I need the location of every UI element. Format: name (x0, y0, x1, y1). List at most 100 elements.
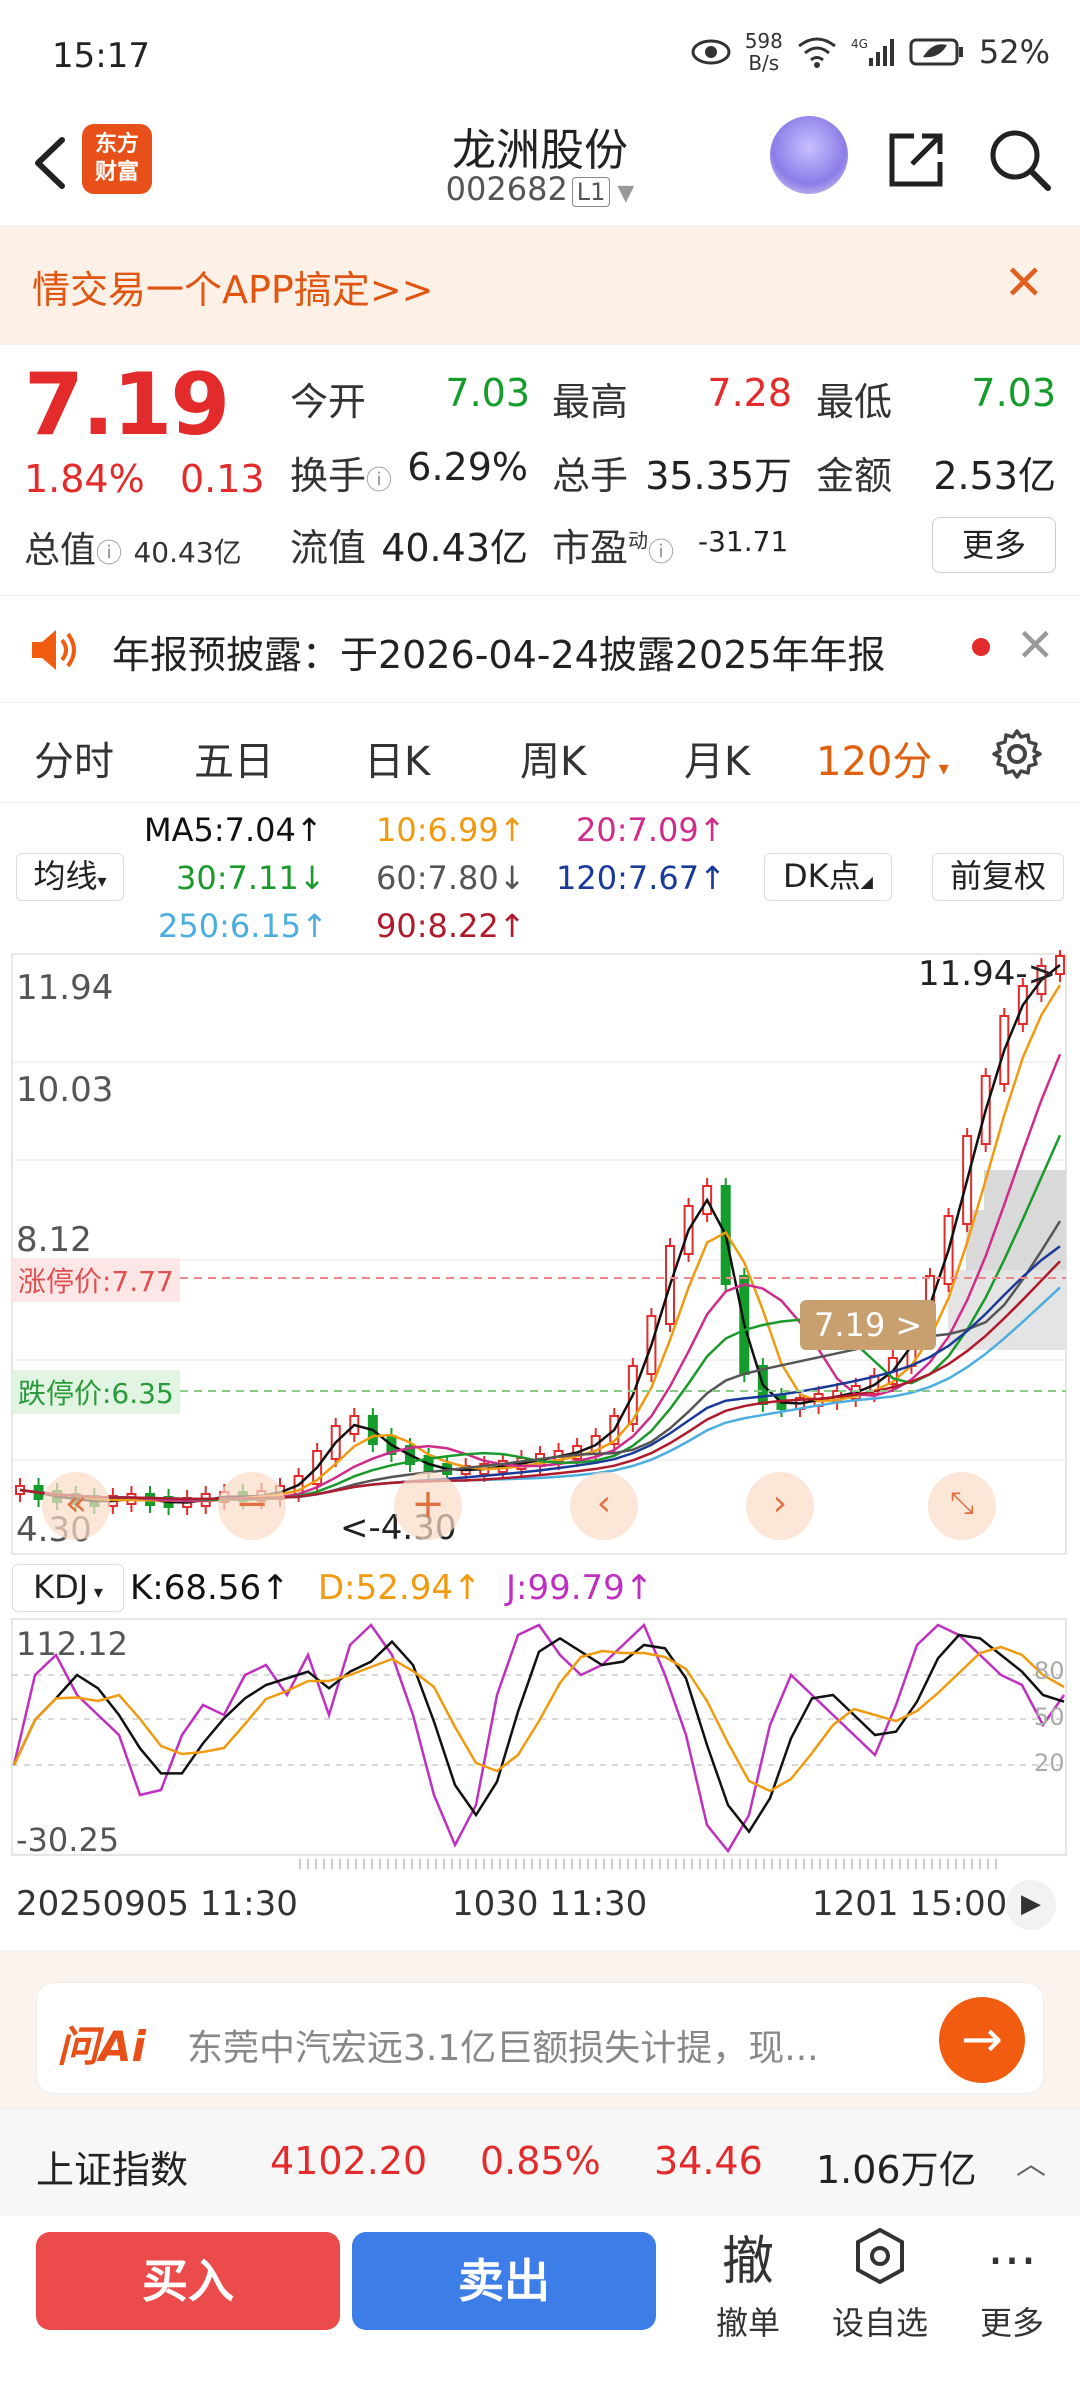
volume-value: 35.35万 (645, 454, 792, 498)
add-watchlist-button[interactable]: 设自选 (820, 2226, 940, 2344)
indicator-selector[interactable]: KDJ ▾ (12, 1564, 124, 1612)
kdj-top-label: 112.12 (16, 1625, 128, 1663)
kdj-bottom-label: -30.25 (16, 1821, 120, 1859)
fullscreen-icon[interactable]: ⤡ (928, 1472, 996, 1540)
scroll-left-icon[interactable]: « (42, 1472, 110, 1540)
date-next-icon[interactable]: ▶ (1006, 1880, 1056, 1930)
tab-120-min[interactable]: 120分 ▾ (816, 729, 949, 787)
buy-button[interactable]: 买入 (36, 2232, 340, 2330)
ai-section: 问Ai 东莞中汽宏远3.1亿巨额损失计提，现... → (0, 1950, 1080, 2108)
limit-down-label: 跌停价:6.35 (12, 1370, 180, 1414)
speaker-icon (32, 630, 76, 670)
index-pct: 0.85% (480, 2139, 601, 2183)
kdj-chart[interactable]: 112.12 -30.25 80 50 20 (0, 1615, 1080, 1870)
ma250-value: 250:6.15↑ (158, 907, 328, 945)
more-actions-button[interactable]: ··· 更多 (952, 2226, 1072, 2344)
net-speed: 598 B/s (744, 29, 783, 75)
index-ticker[interactable]: 上证指数 4102.20 0.85% 34.46 1.06万亿 ︿ (0, 2108, 1080, 2216)
index-change: 34.46 (654, 2139, 763, 2183)
moving-average-row: 均线▾ MA5:7.04↑ 10:6.99↑ 20:7.09↑ 30:7.11↓… (0, 803, 1080, 953)
pan-right-icon[interactable]: › (746, 1472, 814, 1540)
banner-close-icon[interactable]: ✕ (1004, 255, 1044, 311)
ai-prompt-text[interactable]: 东莞中汽宏远3.1亿巨额损失计提，现... (187, 2019, 819, 2071)
index-value: 4102.20 (270, 2139, 428, 2183)
change-amount: 0.13 (180, 457, 265, 501)
ai-brand: 问Ai (57, 2022, 146, 2071)
current-price-tag[interactable]: 7.19 > (800, 1300, 937, 1350)
notice-text[interactable]: 年报预披露：于2026-04-24披露2025年年报 (112, 624, 886, 679)
date-label-end: 1201 15:00 (812, 1884, 1008, 1924)
kdj-d-value: D:52.94↑ (318, 1568, 482, 1608)
tab-five-day[interactable]: 五日 (194, 729, 274, 787)
status-bar: 15:17 598 B/s 4G 52% (0, 0, 1080, 110)
high-value: 7.28 (707, 371, 792, 415)
search-icon[interactable] (986, 126, 1052, 192)
more-quote-button[interactable]: 更多 (932, 517, 1056, 573)
ma-selector[interactable]: 均线▾ (16, 853, 124, 901)
trade-action-bar: 买入 卖出 撤 撤单 设自选 ··· 更多 (0, 2216, 1080, 2388)
ma90-value: 90:8.22↑ (376, 907, 526, 945)
unread-dot (972, 638, 990, 656)
index-name: 上证指数 (36, 2148, 189, 2192)
eye-icon (691, 39, 731, 65)
status-icons: 598 B/s 4G 52% (691, 30, 1050, 74)
index-amount: 1.06万亿 (816, 2148, 977, 2192)
arrow-right-icon[interactable]: → (939, 1997, 1025, 2083)
kdj-header: KDJ ▾ K:68.56↑ D:52.94↑ J:99.79↑ (0, 1560, 1080, 1620)
market-cap: 总值ⓘ 40.43亿 (24, 530, 242, 571)
kline-chart[interactable]: 11.94 10.03 8.12 4.30 11.94-> <-4.30 涨停价… (0, 948, 1080, 1565)
high-label: 最高 (552, 380, 629, 424)
level-badge: L1 (571, 177, 611, 207)
price-adjust-button[interactable]: 前复权 (932, 853, 1064, 901)
limit-up-label: 涨停价:7.77 (12, 1258, 180, 1302)
status-time: 15:17 (52, 36, 150, 76)
more-dots-icon: ··· (987, 2232, 1037, 2292)
banner-text[interactable]: 情交易一个APP搞定>> (32, 259, 434, 314)
zoom-in-icon[interactable]: + (394, 1472, 462, 1540)
y-label-2: 10.03 (16, 1070, 114, 1110)
date-axis: 20250905 11:30 1030 11:30 1201 15:00 ▶ (0, 1870, 1080, 1940)
kdj-level-50: 50 (1034, 1703, 1065, 1731)
amount-value: 2.53亿 (933, 454, 1056, 498)
ma30-value: 30:7.11↓ (176, 859, 326, 897)
tab-weekly-k[interactable]: 周K (520, 729, 586, 787)
pan-left-icon[interactable]: ‹ (570, 1472, 638, 1540)
share-icon[interactable] (884, 128, 948, 192)
ai-assistant-avatar[interactable] (770, 116, 848, 194)
turnover-label[interactable]: 换手ⓘ (290, 445, 392, 500)
float-cap-label: 流值 (290, 526, 367, 570)
sell-button[interactable]: 卖出 (352, 2232, 656, 2330)
period-tabs: 分时 五日 日K 周K 月K 120分 ▾ (0, 703, 1080, 803)
kdj-level-20: 20 (1034, 1749, 1065, 1777)
promo-banner[interactable]: 情交易一个APP搞定>> ✕ (0, 225, 1080, 345)
low-label: 最低 (816, 380, 893, 424)
low-value: 7.03 (971, 371, 1056, 415)
tab-monthly-k[interactable]: 月K (684, 729, 750, 787)
pe-label[interactable]: 市盈动ⓘ (552, 517, 674, 572)
stock-header: 东方 财富 龙洲股份 002682 L1 ▼ (0, 110, 1080, 225)
ma20-value: 20:7.09↑ (576, 811, 726, 849)
tab-intraday[interactable]: 分时 (34, 729, 114, 787)
kdj-j-value: J:99.79↑ (506, 1568, 654, 1608)
max-price-marker: 11.94-> (918, 954, 1057, 994)
float-cap-value: 40.43亿 (381, 526, 528, 570)
pe-value: -31.71 (698, 525, 789, 558)
turnover-value: 6.29% (407, 445, 528, 489)
notice-close-icon[interactable]: ✕ (1016, 618, 1055, 672)
kdj-svg[interactable] (0, 1615, 1080, 1870)
dk-point-button[interactable]: DK点◢ (764, 853, 892, 901)
tab-daily-k[interactable]: 日K (364, 729, 430, 787)
open-label: 今开 (290, 380, 367, 424)
cancel-order-button[interactable]: 撤 撤单 (688, 2226, 808, 2344)
wifi-icon (797, 37, 836, 68)
ai-search-box[interactable]: 问Ai 东莞中汽宏远3.1亿巨额损失计提，现... → (36, 1982, 1044, 2094)
settings-gear-icon[interactable] (990, 727, 1044, 781)
open-value: 7.03 (445, 371, 530, 415)
chevron-up-icon[interactable]: ︿ (1016, 2139, 1046, 2183)
y-label-3: 8.12 (16, 1220, 92, 1260)
quote-panel: 7.19 1.84% 0.13 总值ⓘ 40.43亿 今开 7.03 最高 7.… (0, 345, 1080, 595)
notice-bar[interactable]: 年报预披露：于2026-04-24披露2025年年报 ✕ (0, 595, 1080, 703)
ma120-value: 120:7.67↑ (556, 859, 726, 897)
date-label-mid: 1030 11:30 (452, 1884, 648, 1924)
zoom-out-icon[interactable]: − (218, 1472, 286, 1540)
